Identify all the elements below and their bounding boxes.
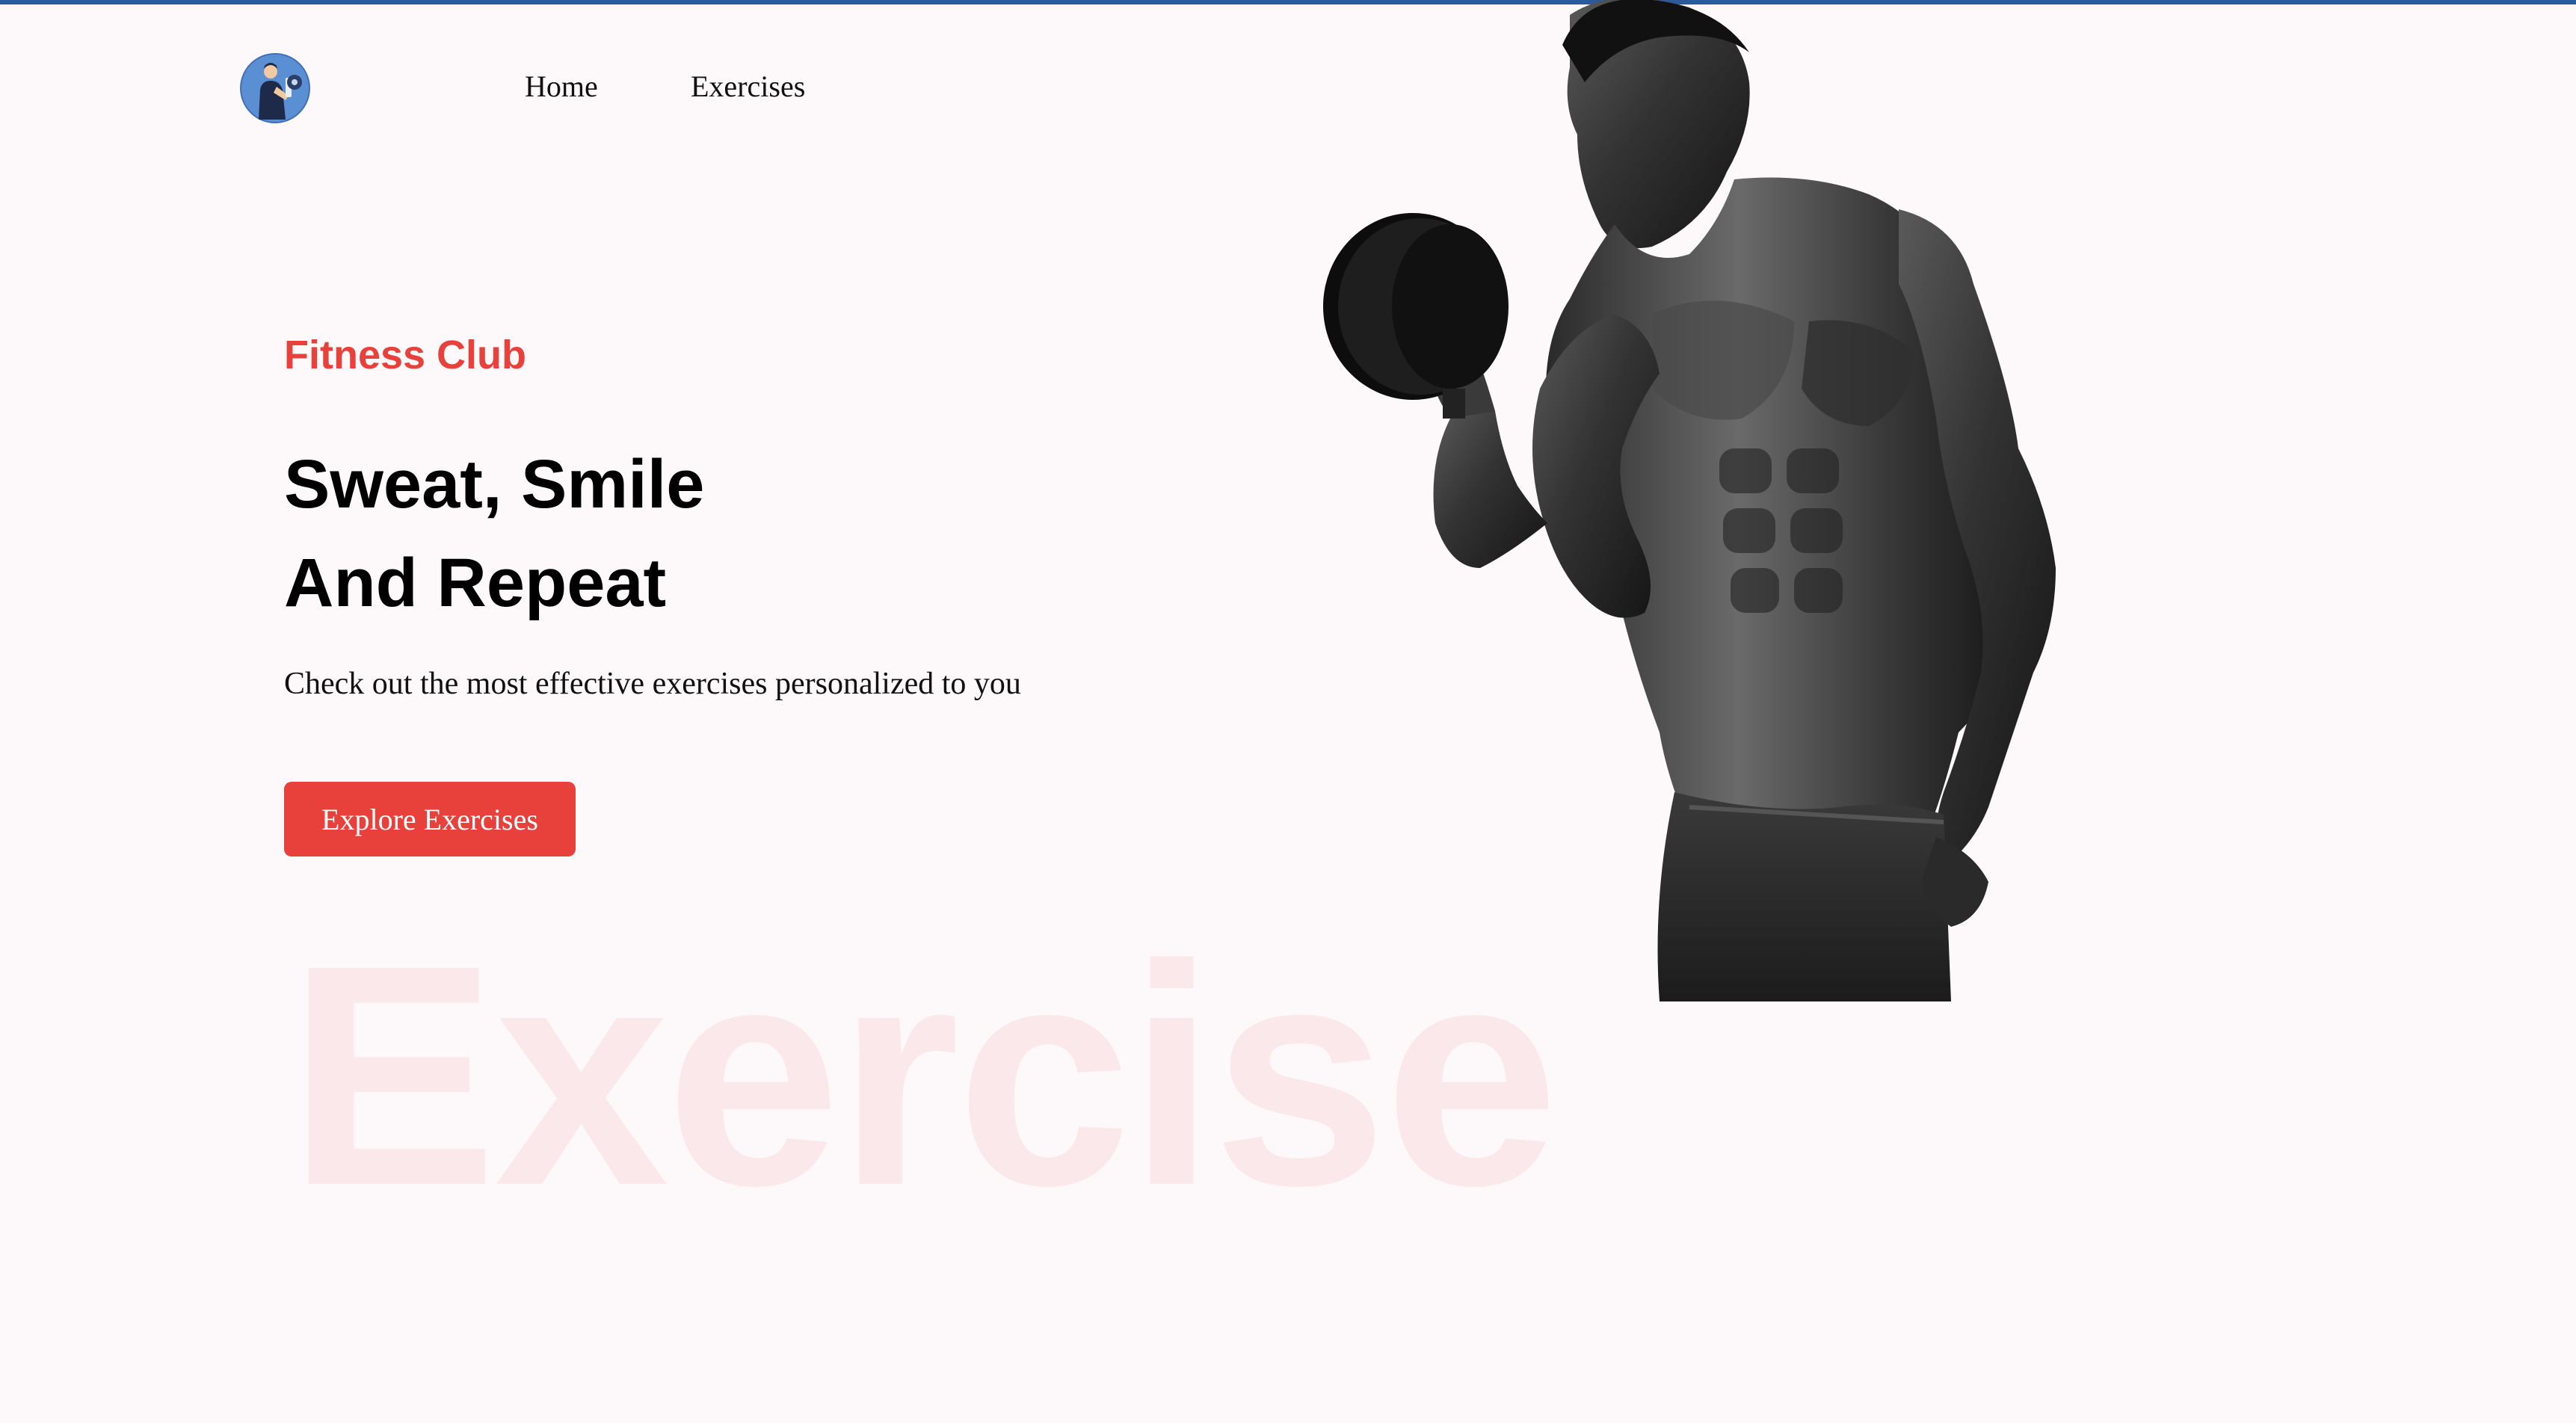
nav-link-home[interactable]: Home bbox=[525, 72, 598, 102]
bodybuilder-hero-image bbox=[1301, 0, 2258, 1001]
hero-eyebrow: Fitness Club bbox=[284, 333, 527, 377]
nav-link-exercises[interactable]: Exercises bbox=[691, 72, 805, 102]
hero-subtext: Check out the most effective exercises p… bbox=[284, 667, 1021, 701]
hero-headline: Sweat, Smile And Repeat bbox=[284, 435, 704, 632]
hero-headline-line1: Sweat, Smile bbox=[284, 446, 705, 522]
hero-headline-line2: And Repeat bbox=[284, 545, 667, 621]
logo-icon[interactable] bbox=[239, 52, 311, 124]
explore-exercises-button[interactable]: Explore Exercises bbox=[284, 782, 576, 856]
